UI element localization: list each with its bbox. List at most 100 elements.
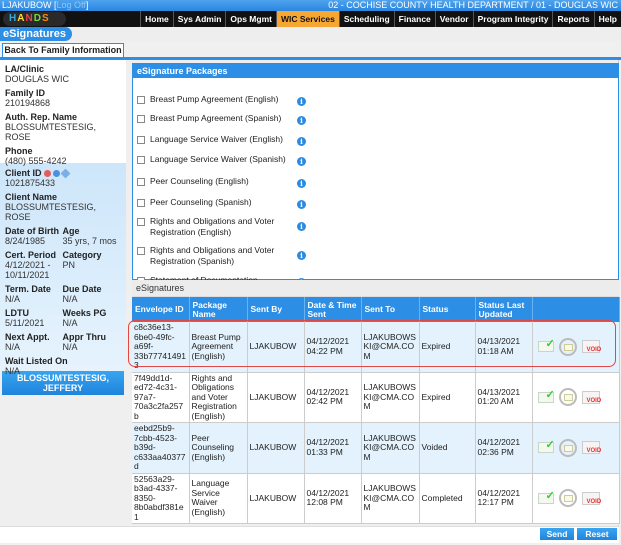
envelope-check-icon[interactable]: ✓ (537, 389, 555, 403)
package-checkbox[interactable] (137, 218, 145, 226)
envelope-refresh-icon[interactable] (558, 438, 577, 457)
package-item: Rights and Obligations and Voter Registr… (133, 245, 306, 267)
envelope-id-cell: eebd25b9-7cbb-4523-b39d-c633aa40377d (132, 422, 190, 474)
package-checkbox[interactable] (137, 178, 145, 186)
package-name: Rights and Obligations and Voter Registr… (150, 216, 275, 237)
info-icon[interactable]: i (297, 157, 306, 166)
menu-item-finance[interactable]: Finance (393, 11, 435, 27)
department-label: 02 - COCHISE COUNTY HEALTH DEPARTMENT / … (328, 0, 618, 10)
date-sent-cell: 04/12/2021 02:42 PM (304, 372, 362, 423)
page-title: eSignatures (0, 27, 72, 41)
title-bar: eSignatures (0, 27, 621, 41)
hands-logo[interactable]: HANDS (3, 12, 66, 26)
menu-item-reports[interactable]: Reports (552, 11, 593, 27)
package-checkbox[interactable] (137, 199, 145, 207)
sent-to-cell: LJAKUBOWSKI@CMA.COM (361, 422, 420, 474)
pencil-icon[interactable] (60, 168, 70, 179)
back-to-family-button[interactable]: Back To Family Information (2, 43, 124, 57)
package-checkbox[interactable] (137, 156, 145, 164)
envelope-refresh-icon[interactable] (558, 388, 577, 407)
package-name: Peer Counseling (Spanish) (150, 197, 252, 207)
envelope-void-icon[interactable]: VOID (581, 441, 602, 455)
void-label: VOID (586, 347, 602, 354)
column-header: Package Name (189, 297, 248, 322)
menu-item-wic-services[interactable]: WIC Services (275, 11, 339, 27)
main-menu: Home Sys Admin Ops Mgmt WIC Services Schedul… (140, 11, 621, 27)
table-header-row: Envelope ID Package Name Sent By Date & Tim… (132, 297, 620, 322)
package-checkbox[interactable] (137, 136, 145, 144)
envelope-id-cell: 52563a29-b3ad-4337-8350-8b0abdf381e1 (132, 473, 190, 524)
esignatures-header: eSignatures (132, 280, 619, 297)
client-info: Client ID 1021875433 Client Name BLOSSUMTE… (0, 163, 126, 376)
package-item: Breast Pump Agreement (English) i (133, 94, 306, 106)
family-member-button[interactable]: BLOSSUMTESTESIG, JEFFERY (2, 371, 124, 395)
sent-by-cell: LJAKUBOW (247, 422, 305, 474)
menu-item-program-integrity[interactable]: Program Integrity (472, 11, 553, 27)
sent-to-cell: LJAKUBOWSKI@CMA.COM (361, 473, 420, 524)
envelope-check-icon[interactable]: ✓ (537, 440, 555, 454)
actions-cell: ✓ VOID (532, 372, 620, 423)
status-cell: Voided (419, 422, 476, 474)
wheelchair-icon[interactable] (52, 170, 60, 178)
package-item: Language Service Waiver (English) i (133, 134, 306, 146)
category-label: Category (62, 250, 102, 260)
package-item: Breast Pump Agreement (Spanish) i (133, 113, 306, 125)
envelope-void-icon[interactable]: VOID (581, 491, 602, 505)
envelope-refresh-icon[interactable] (558, 489, 577, 508)
column-header: Envelope ID (132, 297, 190, 322)
menu-item-vendor[interactable]: Vendor (434, 11, 473, 27)
send-button[interactable]: Send (540, 528, 574, 540)
info-icon[interactable]: i (297, 116, 306, 125)
menu-item-home[interactable]: Home (140, 11, 173, 27)
menu-item-help[interactable]: Help (593, 11, 621, 27)
info-icon[interactable]: i (297, 222, 306, 231)
info-icon[interactable]: i (297, 97, 306, 106)
weeks-pg-label: Weeks PG (62, 308, 107, 318)
info-icon[interactable]: i (297, 251, 306, 260)
family-info: LA/Clinic DOUGLAS WIC Family ID 210194868 … (0, 60, 126, 166)
void-label: VOID (586, 448, 602, 455)
envelope-id-cell: c8c36e13-6be0-49fc-a69f-33b777414913 (132, 322, 190, 373)
menu-item-scheduling[interactable]: Scheduling (338, 11, 394, 27)
package-name: Peer Counseling (English) (150, 176, 249, 186)
cert-period-label: Cert. Period (5, 250, 57, 260)
table-row: eebd25b9-7cbb-4523-b39d-c633aa40377d Peer… (132, 422, 620, 474)
info-icon[interactable]: i (297, 137, 306, 146)
package-checkbox[interactable] (137, 96, 145, 104)
ldtu-value: 5/11/2021 (5, 318, 45, 328)
envelope-void-icon[interactable]: VOID (581, 340, 602, 354)
sent-by-cell: LJAKUBOW (247, 372, 305, 423)
logoff-link[interactable]: Log Off (57, 0, 86, 10)
date-sent-cell: 04/12/2021 12:08 PM (304, 473, 362, 524)
info-icon[interactable]: i (297, 200, 306, 209)
package-item: Peer Counseling (Spanish) i (133, 197, 306, 209)
info-icon[interactable]: i (297, 179, 306, 188)
reset-button[interactable]: Reset (577, 528, 617, 540)
logo-letter: S (41, 13, 50, 24)
status-updated-cell: 04/12/2021 02:36 PM (475, 422, 533, 474)
package-name: Language Service Waiver (Spanish) (150, 154, 286, 164)
health-alert-icon[interactable] (43, 170, 51, 178)
actions-cell: ✓ VOID (532, 473, 620, 524)
envelope-check-icon[interactable]: ✓ (537, 490, 555, 504)
auth-rep-value: BLOSSUMTESTESIG, ROSE (5, 122, 97, 142)
void-label: VOID (586, 498, 602, 505)
status-updated-cell: 04/12/2021 12:17 PM (475, 473, 533, 524)
logo-letter: D (33, 13, 42, 24)
menu-item-ops-mgmt[interactable]: Ops Mgmt (225, 11, 276, 27)
packages-header: eSignature Packages (133, 64, 618, 78)
package-name-cell: Peer Counseling (English) (189, 422, 248, 474)
envelope-void-icon[interactable]: VOID (581, 390, 601, 404)
nav-bar: HANDS Home Sys Admin Ops Mgmt WIC Services S… (0, 11, 621, 27)
due-date-label: Due Date (62, 284, 102, 294)
menu-item-sys-admin[interactable]: Sys Admin (172, 11, 226, 27)
package-name-cell: Breast Pump Agreement (English) (189, 322, 248, 373)
table-row: c8c36e13-6be0-49fc-a69f-33b777414913 Brea… (132, 322, 620, 373)
package-checkbox[interactable] (137, 115, 145, 123)
appr-thru-label: Appr Thru (62, 332, 107, 342)
envelope-check-icon[interactable]: ✓ (537, 339, 555, 353)
status-updated-cell: 04/13/2021 01:20 AM (475, 372, 533, 423)
sent-by-cell: LJAKUBOW (247, 322, 305, 373)
envelope-refresh-icon[interactable] (558, 337, 577, 356)
package-checkbox[interactable] (137, 247, 145, 255)
